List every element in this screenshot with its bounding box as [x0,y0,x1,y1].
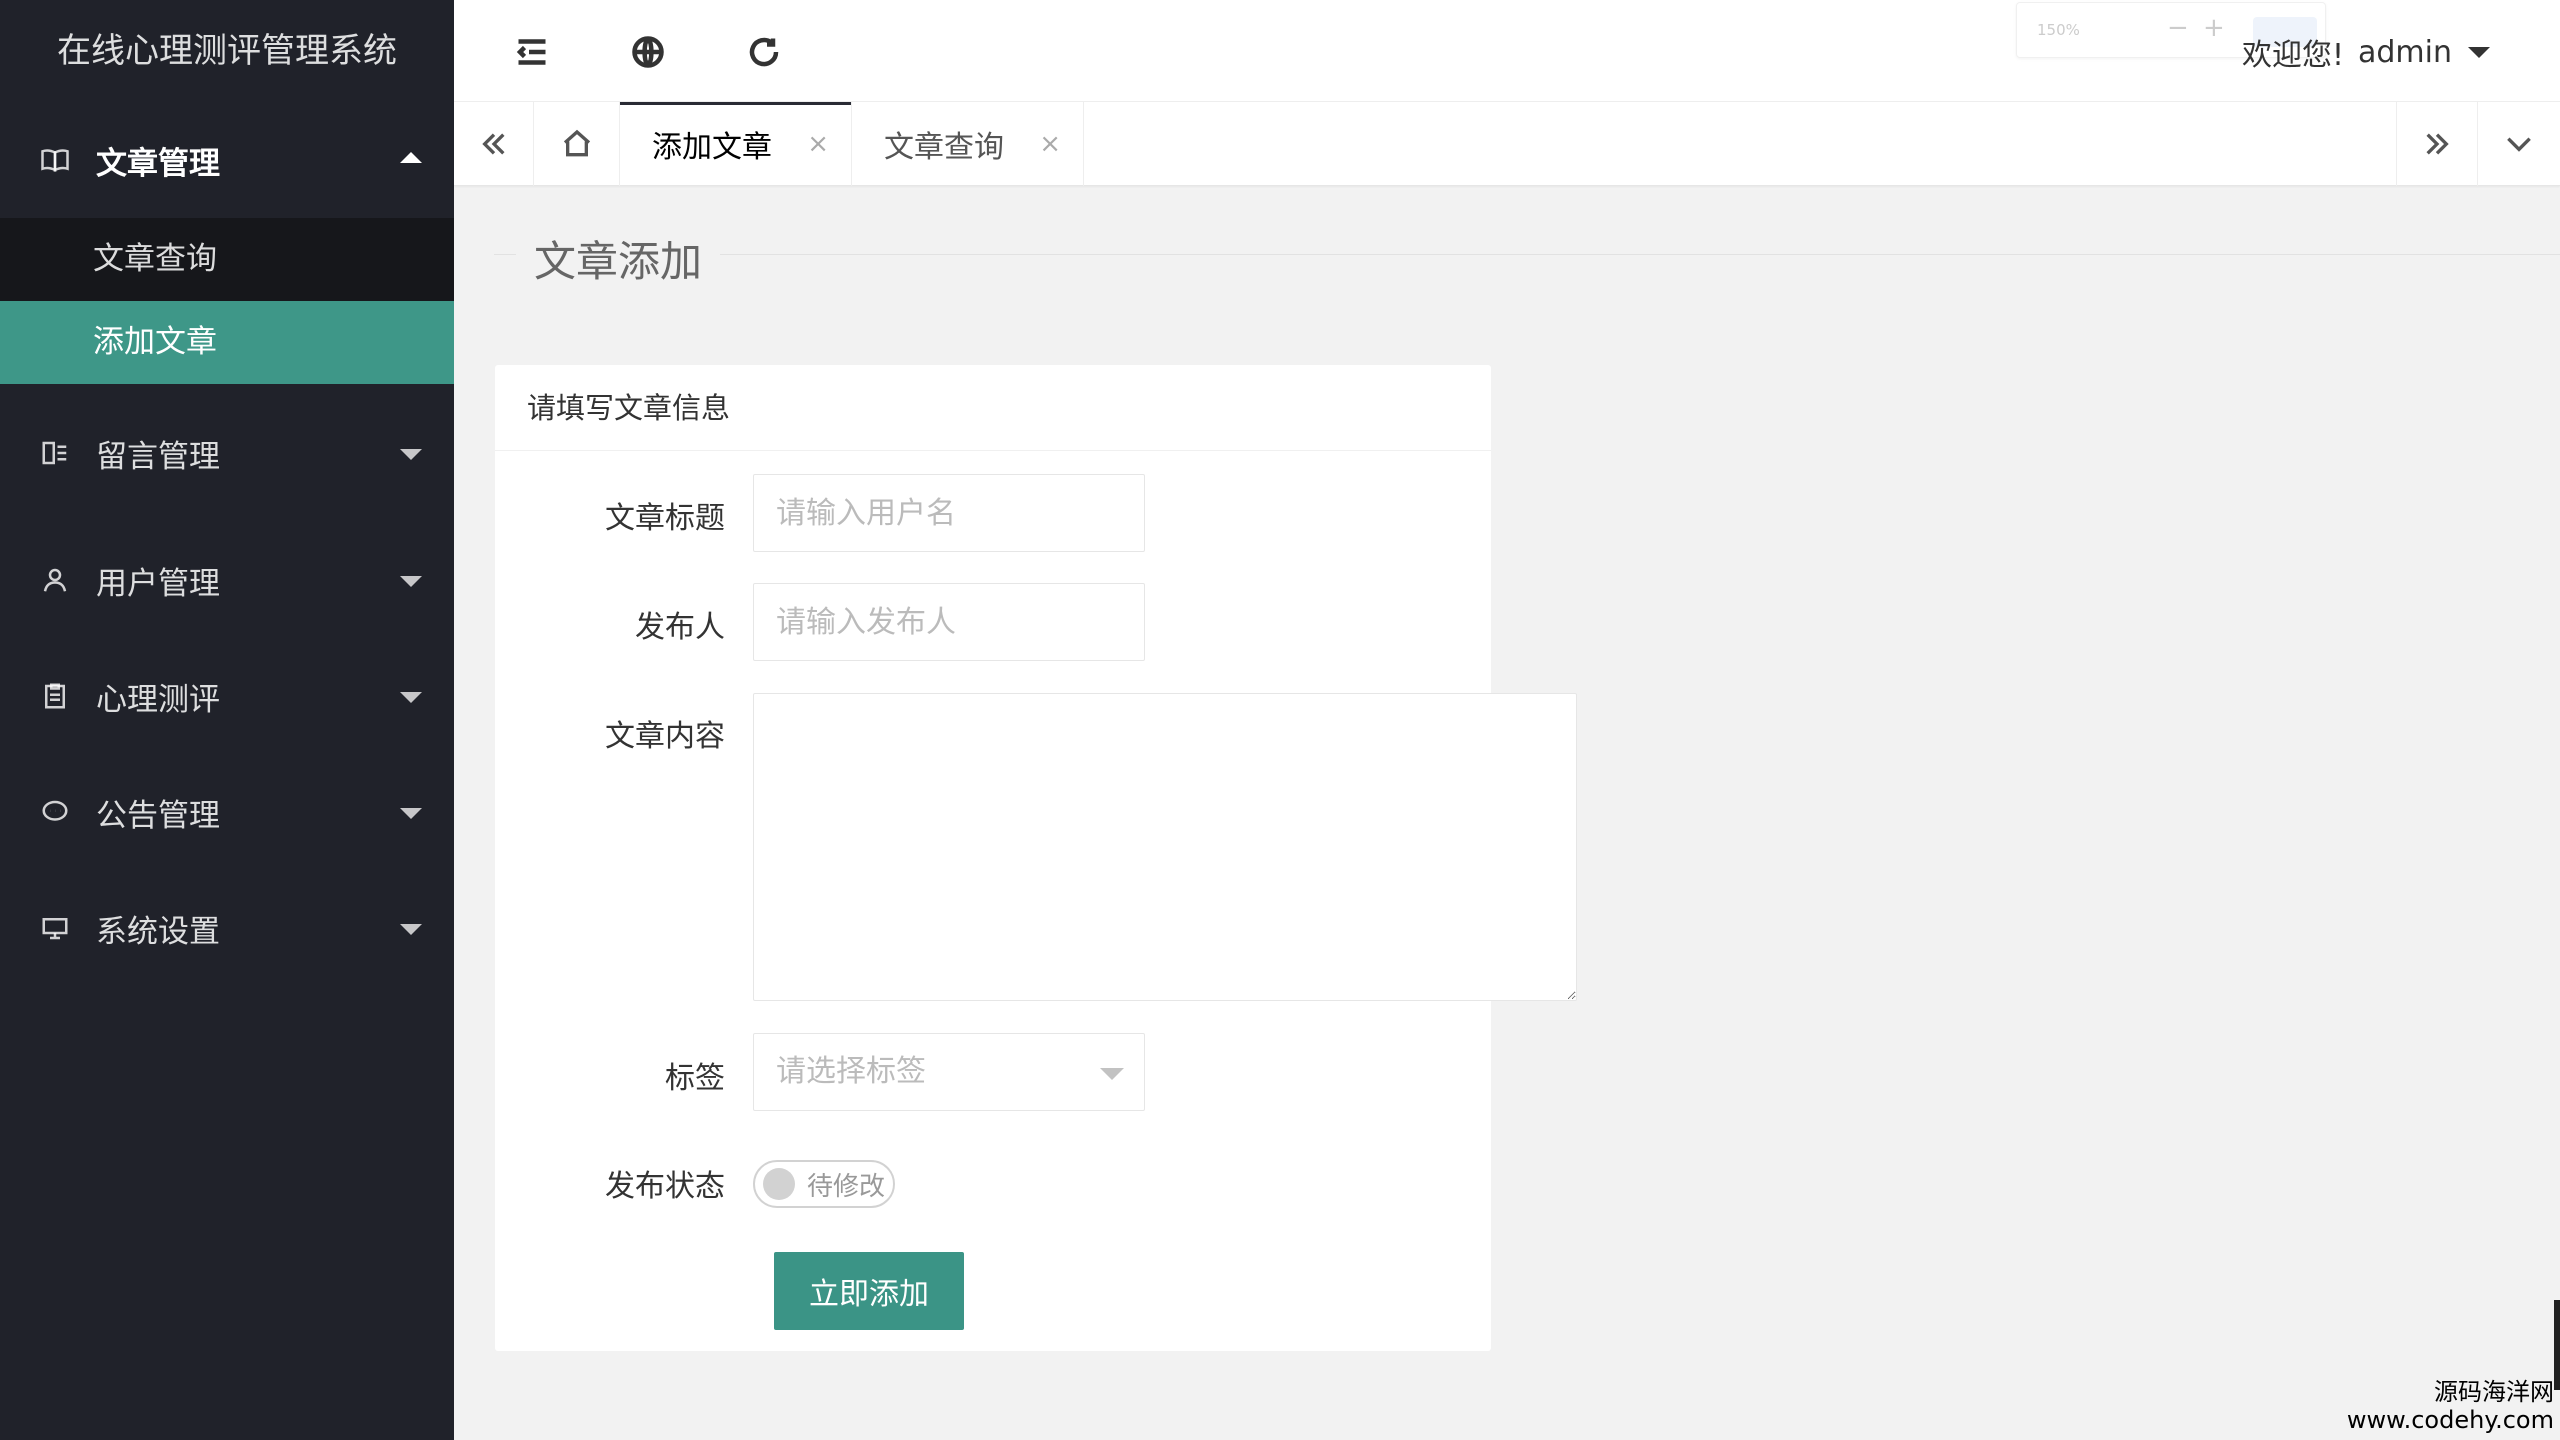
website-button[interactable] [626,30,670,74]
caret-down-icon [400,692,422,703]
close-icon[interactable]: × [1039,129,1061,159]
caret-down-icon [400,576,422,587]
tab-bar: 添加文章 × 文章查询 × [454,102,2560,186]
author-input[interactable] [753,583,1145,661]
settings-monitor-icon [38,911,72,945]
double-chevron-left-icon [481,133,505,155]
caret-down-icon [400,449,422,460]
caret-up-icon [400,152,422,163]
tabs-menu-button[interactable] [2478,102,2560,186]
sidebar-group-article[interactable]: 文章管理 [0,102,454,218]
refresh-icon [749,37,779,67]
user-icon [38,563,72,597]
sidebar-group-notice[interactable]: 公告管理 [0,754,454,870]
message-board-icon [38,436,72,470]
author-label: 发布人 [635,610,725,645]
caret-down-icon [2468,46,2490,58]
sidebar-group-label: 心理测评 [96,681,220,718]
zoom-in-button[interactable]: + [2203,13,2225,43]
switch-knob [763,1168,795,1200]
sidebar-group-label: 公告管理 [96,797,220,834]
double-chevron-right-icon [2426,133,2449,155]
tab-home[interactable] [534,102,620,186]
content-label: 文章内容 [605,719,725,754]
caret-down-icon [400,808,422,819]
edge-mark [2554,1300,2560,1390]
title-label: 文章标题 [605,501,725,536]
sidebar-group-label: 留言管理 [96,438,220,475]
tab-article-query[interactable]: 文章查询 × [852,102,1084,186]
switch-text: 待修改 [807,1171,886,1202]
tag-select[interactable]: 请选择标签 [753,1033,1145,1111]
collapse-menu-button[interactable] [510,30,554,74]
sidebar-group-settings[interactable]: 系统设置 [0,870,454,986]
home-icon [563,129,590,157]
sidebar-item-article-query[interactable]: 文章查询 [0,218,454,301]
book-icon [38,143,72,177]
close-icon[interactable]: × [807,129,829,159]
article-title-input[interactable] [753,474,1145,552]
sidebar-group-label: 文章管理 [96,145,220,182]
tab-label: 文章查询 [884,130,1004,165]
submit-button[interactable]: 立即添加 [774,1252,964,1330]
tabs-scroll-right-button[interactable] [2396,102,2478,186]
chevron-down-icon [2507,137,2531,152]
user-menu[interactable]: 欢迎您! admin [2242,30,2490,74]
sidebar-item-add-article[interactable]: 添加文章 [0,301,454,384]
watermark-line2: www.codehy.com [2346,1406,2554,1434]
tag-select-placeholder: 请选择标签 [776,1054,926,1089]
refresh-button[interactable] [742,30,786,74]
tab-label: 添加文章 [652,130,772,165]
submenu-article: 文章查询 添加文章 [0,218,454,384]
zoom-out-button[interactable]: − [2167,13,2189,43]
page-title: 文章添加 [516,228,721,289]
top-header: 150% − + 欢迎您! admin [454,0,2560,102]
article-form-card: 请填写文章信息 文章标题 发布人 文章内容 标签 请选择标签 发布状态 待修改 … [495,365,1577,1351]
watermark: 源码海洋网 www.codehy.com [2347,1378,2554,1434]
welcome-text: 欢迎您! [2241,38,2344,73]
sidebar-group-label: 系统设置 [96,913,220,950]
sidebar: 在线心理测评管理系统 文章管理 文章查询 添加文章 留言管理 用户管理 心理测评 [0,0,454,1440]
publish-status-switch[interactable]: 待修改 [753,1160,895,1208]
caret-down-icon [1100,1068,1124,1080]
clipboard-icon [38,679,72,713]
app-title: 在线心理测评管理系统 [57,31,397,71]
tabs-scroll-left-button[interactable] [454,102,534,186]
globe-icon [632,36,664,68]
sidebar-group-message[interactable]: 留言管理 [0,384,454,522]
card-title: 请填写文章信息 [495,365,1491,451]
sidebar-group-assessment[interactable]: 心理测评 [0,638,454,754]
tag-label: 标签 [665,1061,725,1096]
sidebar-group-user[interactable]: 用户管理 [0,522,454,638]
status-label: 发布状态 [605,1169,725,1204]
watermark-line1: 源码海洋网 [2434,1378,2554,1406]
tab-add-article[interactable]: 添加文章 × [620,102,852,186]
zoom-value: 150% [2037,21,2080,39]
article-content-textarea[interactable] [753,693,1577,1001]
username: admin [2358,34,2452,70]
caret-down-icon [400,924,422,935]
title-divider [494,254,2560,255]
sidebar-group-label: 用户管理 [96,565,220,602]
chat-bubble-icon [38,795,72,829]
indent-icon [516,39,546,65]
